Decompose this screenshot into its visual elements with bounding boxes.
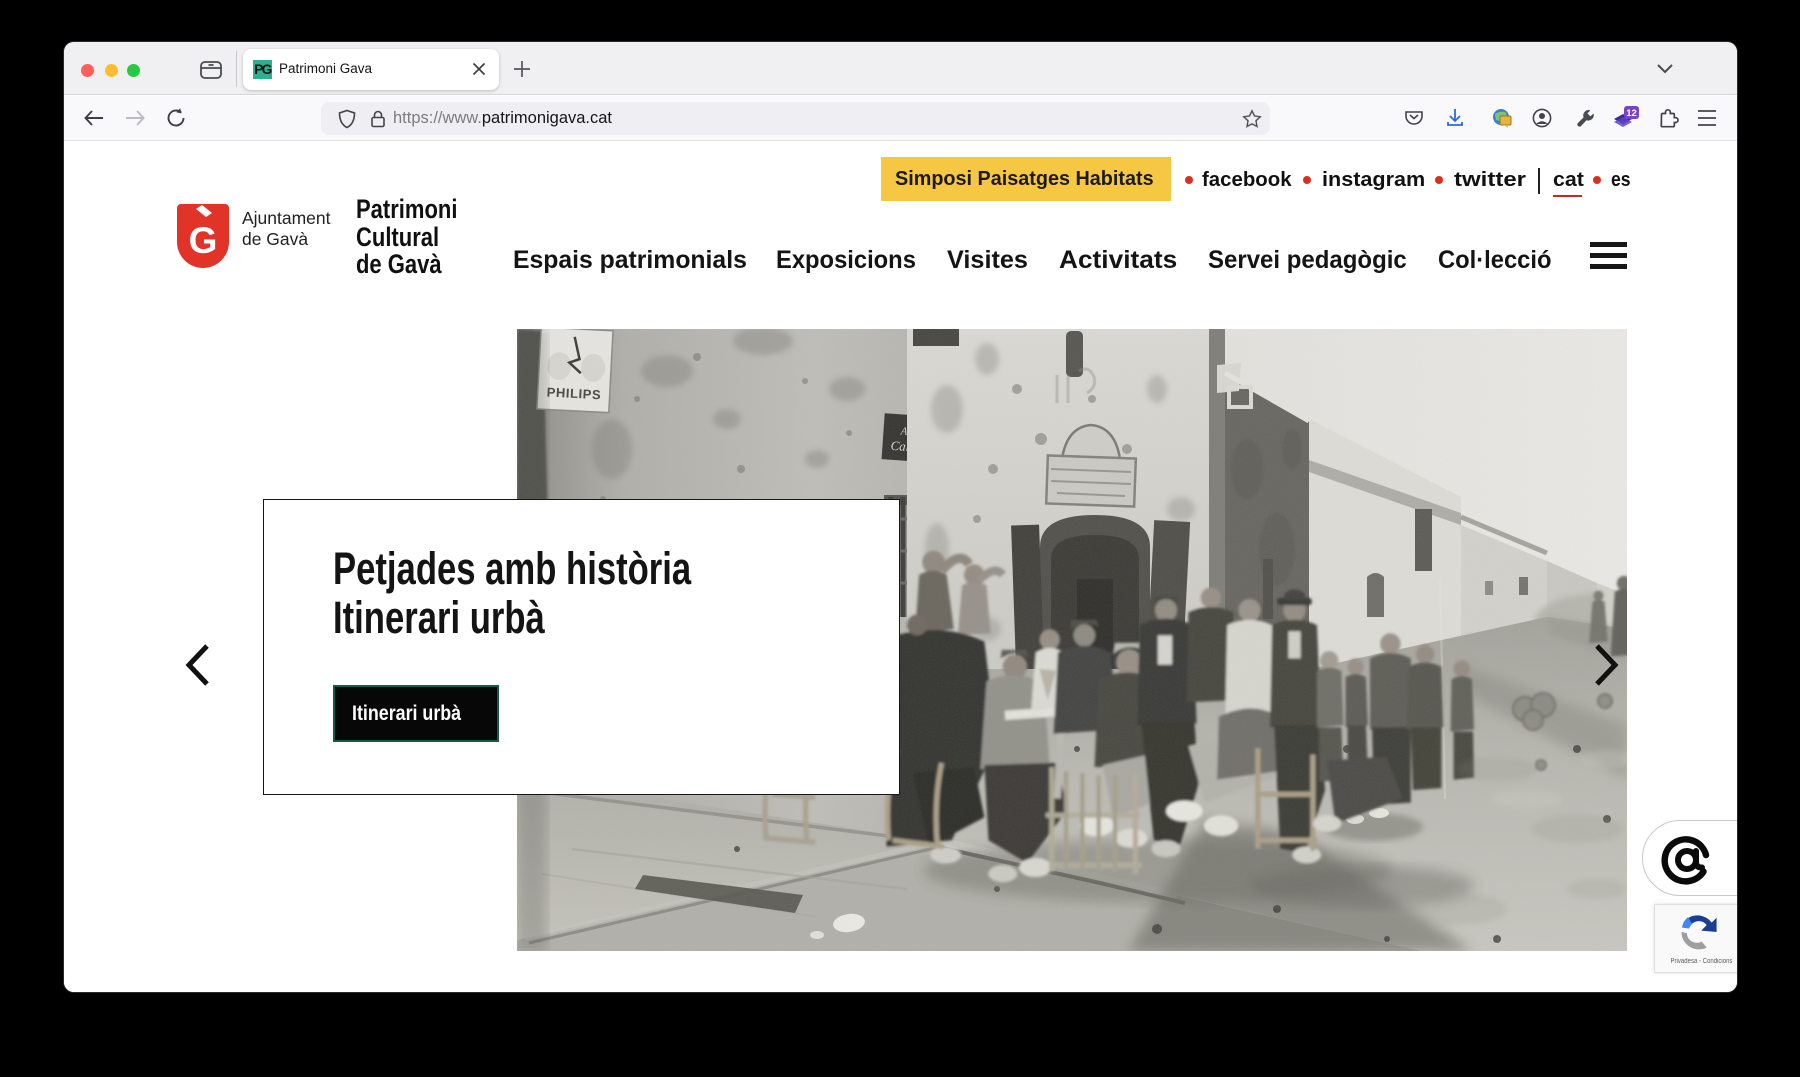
- svg-text:12: 12: [1626, 108, 1637, 119]
- svg-text:G: G: [189, 220, 218, 261]
